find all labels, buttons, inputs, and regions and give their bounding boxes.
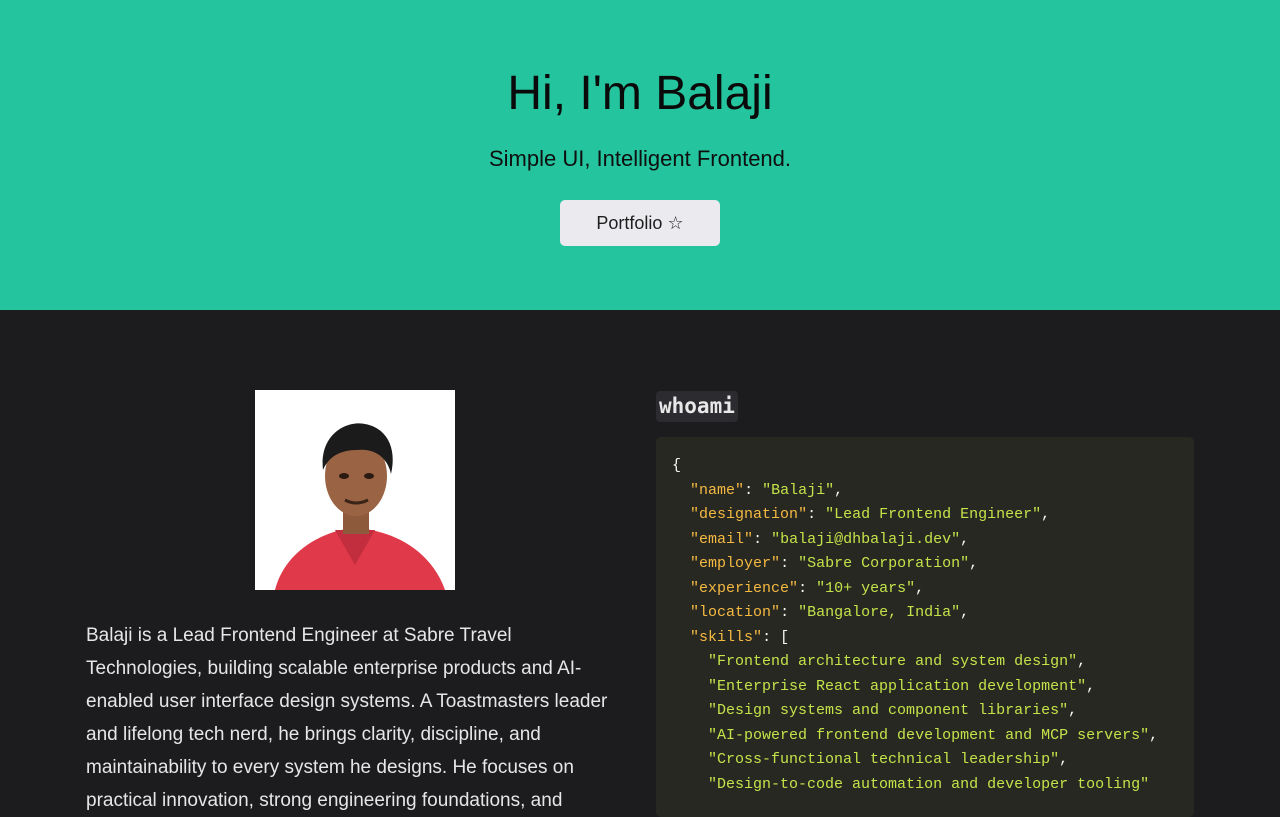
skill-item: Design-to-code automation and developer … (717, 775, 1141, 793)
json-key: designation (699, 506, 799, 523)
json-key: employer (699, 555, 772, 572)
json-key: location (699, 604, 772, 621)
skill-item: Frontend architecture and system design (717, 653, 1069, 670)
json-key: email (699, 530, 745, 548)
portfolio-button[interactable]: Portfolio ☆ (560, 200, 720, 246)
json-key: skills (699, 628, 754, 646)
skill-item: Cross-functional technical leadership (717, 751, 1051, 768)
hero-tagline: Simple UI, Intelligent Frontend. (488, 146, 792, 171)
whoami-code-block: { "name": "Balaji", "designation": "Lead… (656, 437, 1194, 817)
json-value: Balaji (771, 481, 826, 499)
hero-section: Hi, I'm Balaji Simple UI, Intelligent Fr… (0, 0, 1280, 310)
hero-title: Hi, I'm Balaji (507, 67, 773, 120)
profile-photo-image (255, 390, 455, 590)
json-key: experience (699, 579, 790, 597)
skill-item: Design systems and component libraries (717, 702, 1060, 719)
skill-item: Enterprise React application development (717, 677, 1078, 695)
json-value: Bangalore, India (807, 604, 952, 621)
skill-item: AI-powered frontend development and MCP … (717, 726, 1141, 744)
json-value: Lead Frontend Engineer (834, 506, 1033, 523)
json-value: Sabre Corporation (807, 555, 961, 572)
json-key: name (699, 481, 736, 499)
bio-paragraph: Balaji is a Lead Frontend Engineer at Sa… (86, 625, 608, 811)
whoami-heading: whoami (656, 391, 738, 422)
json-value: balaji@dhbalaji.dev (780, 530, 952, 548)
json-value: 10+ years (825, 579, 907, 597)
profile-photo (255, 390, 455, 590)
whoami-json: { "name": "Balaji", "designation": "Lead… (672, 457, 1159, 793)
